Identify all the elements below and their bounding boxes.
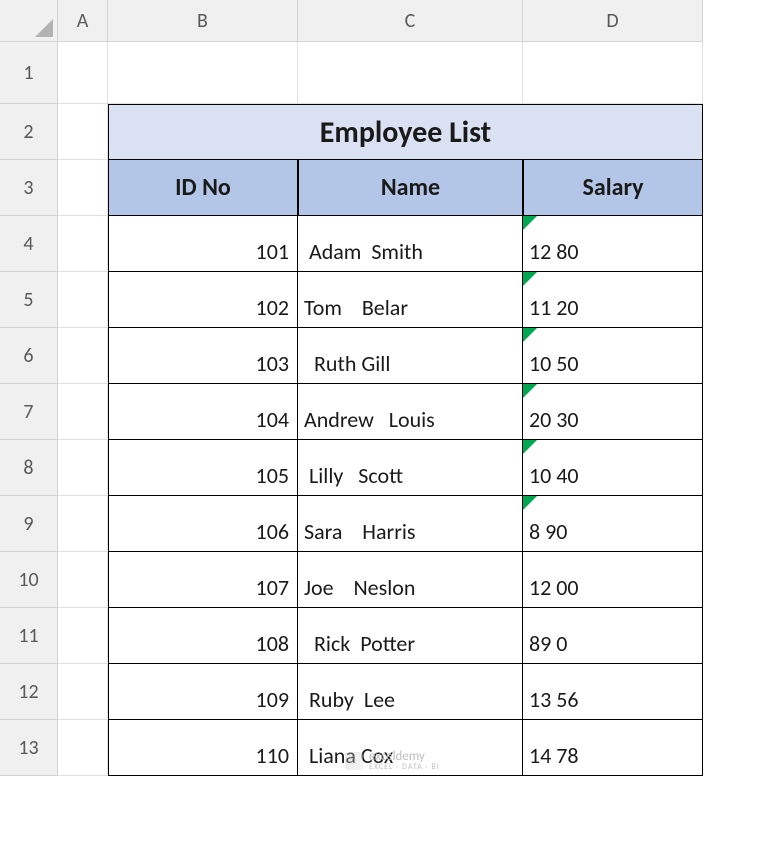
column-header-b[interactable]: B bbox=[108, 0, 298, 42]
row-header-6[interactable]: 6 bbox=[0, 328, 58, 384]
row-header-4[interactable]: 4 bbox=[0, 216, 58, 272]
cell-A1[interactable] bbox=[58, 42, 108, 104]
cell-name[interactable]: Rick Potter bbox=[298, 608, 523, 664]
cell-id[interactable]: 110 bbox=[108, 720, 298, 776]
cell-salary[interactable]: 12 80 bbox=[523, 216, 703, 272]
row-header-7[interactable]: 7 bbox=[0, 384, 58, 440]
row-header-1[interactable]: 1 bbox=[0, 42, 58, 104]
cell-salary[interactable]: 20 30 bbox=[523, 384, 703, 440]
cell-name[interactable]: Ruth Gill bbox=[298, 328, 523, 384]
cell-A8[interactable] bbox=[58, 440, 108, 496]
cell-name[interactable]: Lilly Scott bbox=[298, 440, 523, 496]
table-header-id[interactable]: ID No bbox=[108, 160, 298, 216]
table-header-name[interactable]: Name bbox=[298, 160, 523, 216]
cell-D1[interactable] bbox=[523, 42, 703, 104]
cell-name[interactable]: Tom Belar bbox=[298, 272, 523, 328]
cell-salary[interactable]: 14 78 bbox=[523, 720, 703, 776]
cell-id[interactable]: 108 bbox=[108, 608, 298, 664]
error-indicator-icon bbox=[523, 328, 537, 342]
cell-A11[interactable] bbox=[58, 608, 108, 664]
row-header-9[interactable]: 9 bbox=[0, 496, 58, 552]
error-indicator-icon bbox=[523, 496, 537, 510]
cell-A2[interactable] bbox=[58, 104, 108, 160]
row-header-11[interactable]: 11 bbox=[0, 608, 58, 664]
cell-A10[interactable] bbox=[58, 552, 108, 608]
cell-A12[interactable] bbox=[58, 664, 108, 720]
cell-A4[interactable] bbox=[58, 216, 108, 272]
cell-C1[interactable] bbox=[298, 42, 523, 104]
cell-id[interactable]: 109 bbox=[108, 664, 298, 720]
cell-A13[interactable] bbox=[58, 720, 108, 776]
row-header-5[interactable]: 5 bbox=[0, 272, 58, 328]
cell-A5[interactable] bbox=[58, 272, 108, 328]
error-indicator-icon bbox=[523, 216, 537, 230]
table-header-salary[interactable]: Salary bbox=[523, 160, 703, 216]
watermark-icon bbox=[345, 752, 363, 770]
select-all-button[interactable] bbox=[0, 0, 58, 42]
cell-id[interactable]: 103 bbox=[108, 328, 298, 384]
cell-id[interactable]: 107 bbox=[108, 552, 298, 608]
cell-A7[interactable] bbox=[58, 384, 108, 440]
row-header-12[interactable]: 12 bbox=[0, 664, 58, 720]
column-header-a[interactable]: A bbox=[58, 0, 108, 42]
cell-name[interactable]: Adam Smith bbox=[298, 216, 523, 272]
cell-salary[interactable]: 10 40 bbox=[523, 440, 703, 496]
cell-B1[interactable] bbox=[108, 42, 298, 104]
row-header-8[interactable]: 8 bbox=[0, 440, 58, 496]
cell-salary[interactable]: 10 50 bbox=[523, 328, 703, 384]
column-header-c[interactable]: C bbox=[298, 0, 523, 42]
error-indicator-icon bbox=[523, 272, 537, 286]
cell-salary[interactable]: 89 0 bbox=[523, 608, 703, 664]
cell-name[interactable]: Joe Neslon bbox=[298, 552, 523, 608]
row-header-13[interactable]: 13 bbox=[0, 720, 58, 776]
cell-name[interactable]: Andrew Louis bbox=[298, 384, 523, 440]
cell-salary[interactable]: 13 56 bbox=[523, 664, 703, 720]
watermark-tagline: EXCEL · DATA · BI bbox=[369, 763, 440, 771]
row-header-10[interactable]: 10 bbox=[0, 552, 58, 608]
cell-A6[interactable] bbox=[58, 328, 108, 384]
error-indicator-icon bbox=[523, 440, 537, 454]
cell-id[interactable]: 105 bbox=[108, 440, 298, 496]
cell-name[interactable]: Ruby Lee bbox=[298, 664, 523, 720]
watermark: exceldemy EXCEL · DATA · BI bbox=[345, 750, 440, 771]
cell-A3[interactable] bbox=[58, 160, 108, 216]
cell-salary[interactable]: 11 20 bbox=[523, 272, 703, 328]
cell-salary[interactable]: 8 90 bbox=[523, 496, 703, 552]
cell-A9[interactable] bbox=[58, 496, 108, 552]
cell-name[interactable]: Sara Harris bbox=[298, 496, 523, 552]
column-header-d[interactable]: D bbox=[523, 0, 703, 42]
cell-id[interactable]: 104 bbox=[108, 384, 298, 440]
cell-salary[interactable]: 12 00 bbox=[523, 552, 703, 608]
cell-id[interactable]: 101 bbox=[108, 216, 298, 272]
cell-id[interactable]: 102 bbox=[108, 272, 298, 328]
table-title[interactable]: Employee List bbox=[108, 104, 703, 160]
row-header-2[interactable]: 2 bbox=[0, 104, 58, 160]
cell-id[interactable]: 106 bbox=[108, 496, 298, 552]
error-indicator-icon bbox=[523, 384, 537, 398]
row-header-3[interactable]: 3 bbox=[0, 160, 58, 216]
